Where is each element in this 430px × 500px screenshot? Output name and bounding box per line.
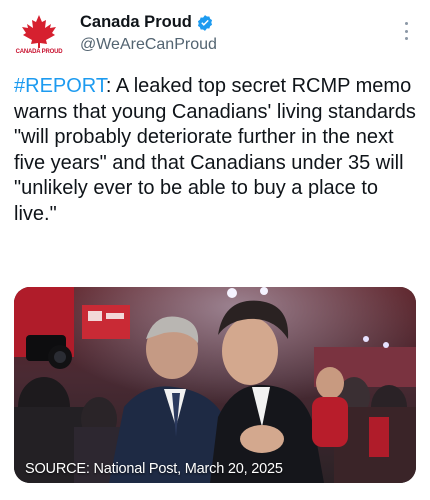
more-options-icon[interactable] bbox=[400, 22, 412, 40]
avatar-brand-text: CANADA PROUD bbox=[15, 49, 63, 55]
event-photo bbox=[14, 287, 416, 483]
avatar[interactable]: CANADA PROUD bbox=[14, 14, 64, 64]
tweet-media[interactable]: SOURCE: National Post, March 20, 2025 bbox=[14, 287, 416, 483]
tweet-card[interactable]: CANADA PROUD Canada Proud @WeAreCanProud… bbox=[0, 0, 430, 500]
maple-leaf-icon bbox=[22, 15, 56, 48]
tweet-body: : A leaked top secret RCMP memo warns th… bbox=[14, 75, 422, 225]
media-caption: SOURCE: National Post, March 20, 2025 bbox=[25, 461, 283, 477]
author-row: Canada Proud bbox=[80, 13, 214, 32]
verified-badge-icon bbox=[196, 14, 214, 32]
hashtag-link[interactable]: #REPORT bbox=[14, 75, 106, 97]
author-display-name[interactable]: Canada Proud bbox=[80, 13, 192, 32]
author-handle[interactable]: @WeAreCanProud bbox=[80, 36, 217, 54]
tweet-text: #REPORT: A leaked top secret RCMP memo w… bbox=[14, 74, 418, 227]
